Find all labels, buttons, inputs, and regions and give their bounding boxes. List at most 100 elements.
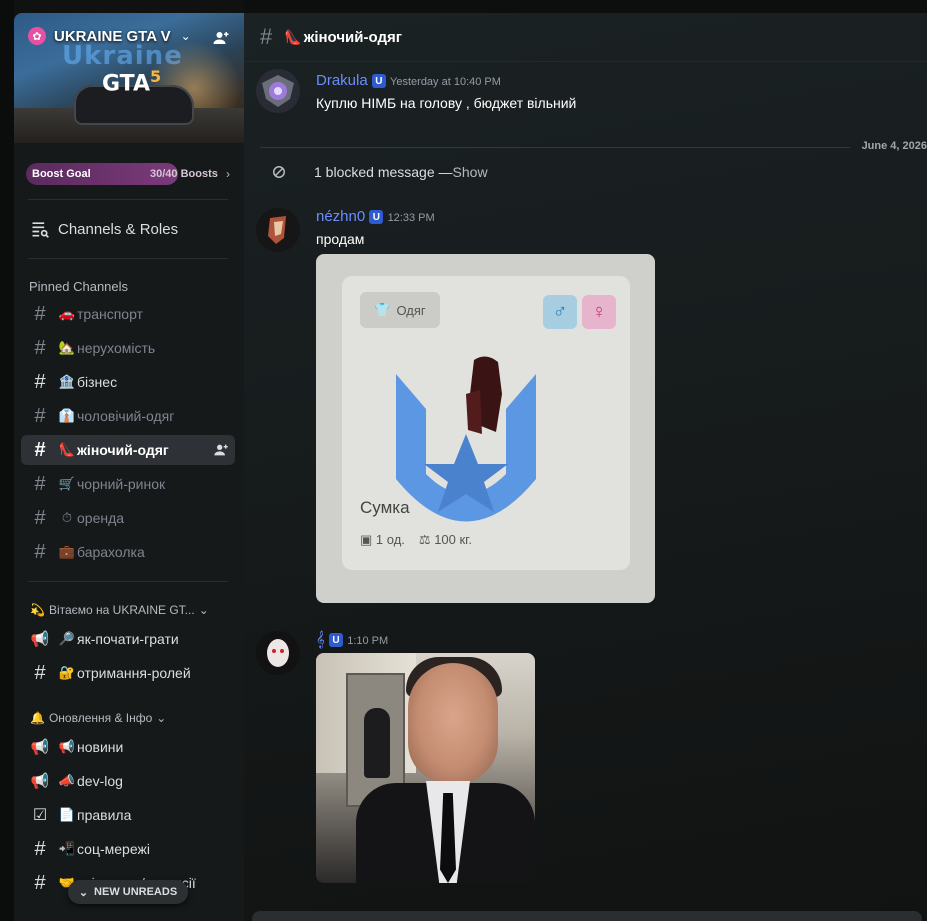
box-icon: ▣ bbox=[360, 532, 373, 547]
chevron-right-icon: › bbox=[226, 167, 230, 181]
hash-icon: # bbox=[34, 837, 46, 860]
channel-get-roles[interactable]: # 🔐 отримання-ролей bbox=[21, 658, 235, 688]
channel-real-estate[interactable]: # 🏡 нерухомість bbox=[21, 333, 235, 363]
divider bbox=[28, 581, 228, 582]
bag-item-icon bbox=[466, 356, 502, 434]
username[interactable]: 𝄞 bbox=[316, 631, 325, 648]
show-blocked-link[interactable]: Show bbox=[453, 164, 488, 180]
channels-and-roles-button[interactable]: Channels & Roles bbox=[30, 219, 178, 239]
image-attachment[interactable]: 👕 Одяг ♂ ♀ Сумка ▣ 1 од. ⚖ 100 кг. bbox=[316, 254, 655, 603]
server-rail bbox=[0, 0, 14, 921]
channel-emoji: 🔐 bbox=[58, 665, 76, 680]
channel-label: новини bbox=[77, 739, 124, 755]
timestamp: 1:10 PM bbox=[347, 635, 389, 647]
channel-black-market[interactable]: # 🛒 чорний-ринок bbox=[21, 469, 235, 499]
server-name-dropdown[interactable]: ✿ UKRAINE GTA V ⌄ bbox=[28, 27, 191, 45]
message-composer[interactable] bbox=[252, 911, 922, 921]
hash-icon: # bbox=[34, 540, 46, 563]
category-updates[interactable]: 🔔 Оновлення & Інфо ⌄ bbox=[30, 711, 166, 725]
channel-flea-market[interactable]: # 💼 барахолка bbox=[21, 537, 235, 567]
hash-icon: # bbox=[34, 336, 46, 359]
username[interactable]: Drakula bbox=[316, 72, 368, 89]
channel-emoji: 💼 bbox=[58, 544, 76, 559]
role-badge-icon: U bbox=[371, 74, 386, 89]
male-icon: ♂ bbox=[543, 295, 577, 329]
channel-label: чорний-ринок bbox=[77, 476, 166, 492]
item-stats: ▣ 1 од. ⚖ 100 кг. bbox=[360, 532, 472, 548]
message-header: 𝄞 U 1:10 PM bbox=[316, 631, 388, 648]
hash-icon: # bbox=[34, 302, 46, 325]
invite-people-icon[interactable] bbox=[210, 27, 232, 49]
megaphone-icon: 📢 bbox=[30, 631, 50, 648]
channel-womens-clothing[interactable]: # 👠 жіночий-одяг bbox=[21, 435, 235, 465]
category-emoji: 💫 bbox=[30, 603, 45, 617]
channel-rules[interactable]: ☑ 📄 правила bbox=[21, 800, 235, 830]
divider bbox=[28, 258, 228, 259]
female-icon: ♀ bbox=[582, 295, 616, 329]
blocked-text: 1 blocked message — bbox=[314, 164, 453, 180]
channel-label: барахолка bbox=[77, 544, 145, 560]
channel-title: жіночий-одяг bbox=[303, 28, 402, 46]
channel-emoji: 🏦 bbox=[58, 374, 76, 389]
server-name: UKRAINE GTA V bbox=[54, 27, 171, 45]
hash-icon: # bbox=[34, 404, 46, 427]
username[interactable]: nézhn0 bbox=[316, 208, 365, 225]
category-welcome[interactable]: 💫 Вітаємо на UKRAINE GT... ⌄ bbox=[30, 603, 209, 617]
new-unreads-label: NEW UNREADS bbox=[94, 886, 178, 898]
server-badge-icon: ✿ bbox=[28, 27, 46, 45]
rules-checkbox-icon: ☑ bbox=[32, 807, 48, 824]
channel-emoji: 📲 bbox=[58, 841, 76, 856]
message-text: продам bbox=[316, 231, 365, 247]
channel-transport[interactable]: # 🚗 транспорт bbox=[21, 299, 235, 329]
weight-icon: ⚖ bbox=[418, 532, 431, 547]
channel-emoji: 🚗 bbox=[58, 306, 76, 321]
item-count: 1 од. bbox=[375, 532, 405, 547]
message-text: Куплю НІМБ на голову , бюджет вільний bbox=[316, 95, 577, 111]
megaphone-icon: 📢 bbox=[30, 739, 50, 756]
avatar[interactable] bbox=[256, 631, 300, 675]
channel-dev-log[interactable]: 📢 📣 dev-log bbox=[21, 766, 235, 796]
avatar[interactable] bbox=[256, 208, 300, 252]
timestamp: Yesterday at 10:40 PM bbox=[390, 76, 501, 88]
blocked-message-row[interactable]: 1 blocked message — Show bbox=[270, 163, 488, 181]
channel-emoji: ⏱ bbox=[61, 510, 73, 525]
channel-how-to-start[interactable]: 📢 🔎 як-почати-грати bbox=[21, 624, 235, 654]
message-header: Drakula U Yesterday at 10:40 PM bbox=[316, 72, 501, 89]
add-member-icon[interactable] bbox=[213, 442, 229, 461]
channel-emoji: 📢 bbox=[58, 739, 76, 754]
boost-label: Boost Goal bbox=[32, 168, 91, 180]
hash-icon: # bbox=[34, 438, 46, 461]
channel-rent[interactable]: # ⏱ оренда bbox=[21, 503, 235, 533]
chevron-down-icon: ⌄ bbox=[78, 886, 89, 899]
channel-label: жіночий-одяг bbox=[77, 442, 169, 458]
channel-emoji: 👠 bbox=[284, 28, 302, 45]
message-header: nézhn0 U 12:33 PM bbox=[316, 208, 435, 225]
date-label: June 4, 2026 bbox=[861, 140, 927, 152]
boost-goal-bar[interactable]: Boost Goal 30/40 Boosts › bbox=[26, 163, 230, 185]
channel-mens-clothing[interactable]: # 👔 чоловічий-одяг bbox=[21, 401, 235, 431]
category-label: Вітаємо на UKRAINE GT... bbox=[48, 603, 195, 617]
channel-emoji: 🛒 bbox=[58, 476, 76, 491]
chevron-down-icon: ⌄ bbox=[156, 711, 167, 725]
item-weight: 100 кг. bbox=[434, 532, 472, 547]
channel-business[interactable]: # 🏦 бізнес bbox=[21, 367, 235, 397]
chevron-down-icon: ⌄ bbox=[180, 29, 191, 43]
pinned-channels-label: Pinned Channels bbox=[29, 279, 129, 294]
channel-header: # 👠 жіночий-одяг bbox=[244, 13, 927, 62]
divider bbox=[28, 199, 228, 200]
avatar[interactable] bbox=[256, 69, 300, 113]
hash-icon: # bbox=[34, 871, 46, 894]
channel-emoji: 🏡 bbox=[58, 340, 76, 355]
channel-label: чоловічий-одяг bbox=[77, 408, 175, 424]
block-icon bbox=[273, 166, 285, 178]
megaphone-icon: 📢 bbox=[30, 773, 50, 790]
channel-news[interactable]: 📢 📢 новини bbox=[21, 732, 235, 762]
channel-label: оренда bbox=[77, 510, 125, 526]
chevron-down-icon: ⌄ bbox=[198, 603, 209, 617]
new-unreads-button[interactable]: ⌄ NEW UNREADS bbox=[68, 880, 188, 904]
channel-label: dev-log bbox=[77, 773, 123, 789]
photo-attachment[interactable] bbox=[316, 653, 535, 883]
role-badge-icon: U bbox=[329, 633, 344, 648]
channel-social[interactable]: # 📲 соц-мережі bbox=[21, 834, 235, 864]
date-separator: June 4, 2026 bbox=[260, 140, 927, 154]
